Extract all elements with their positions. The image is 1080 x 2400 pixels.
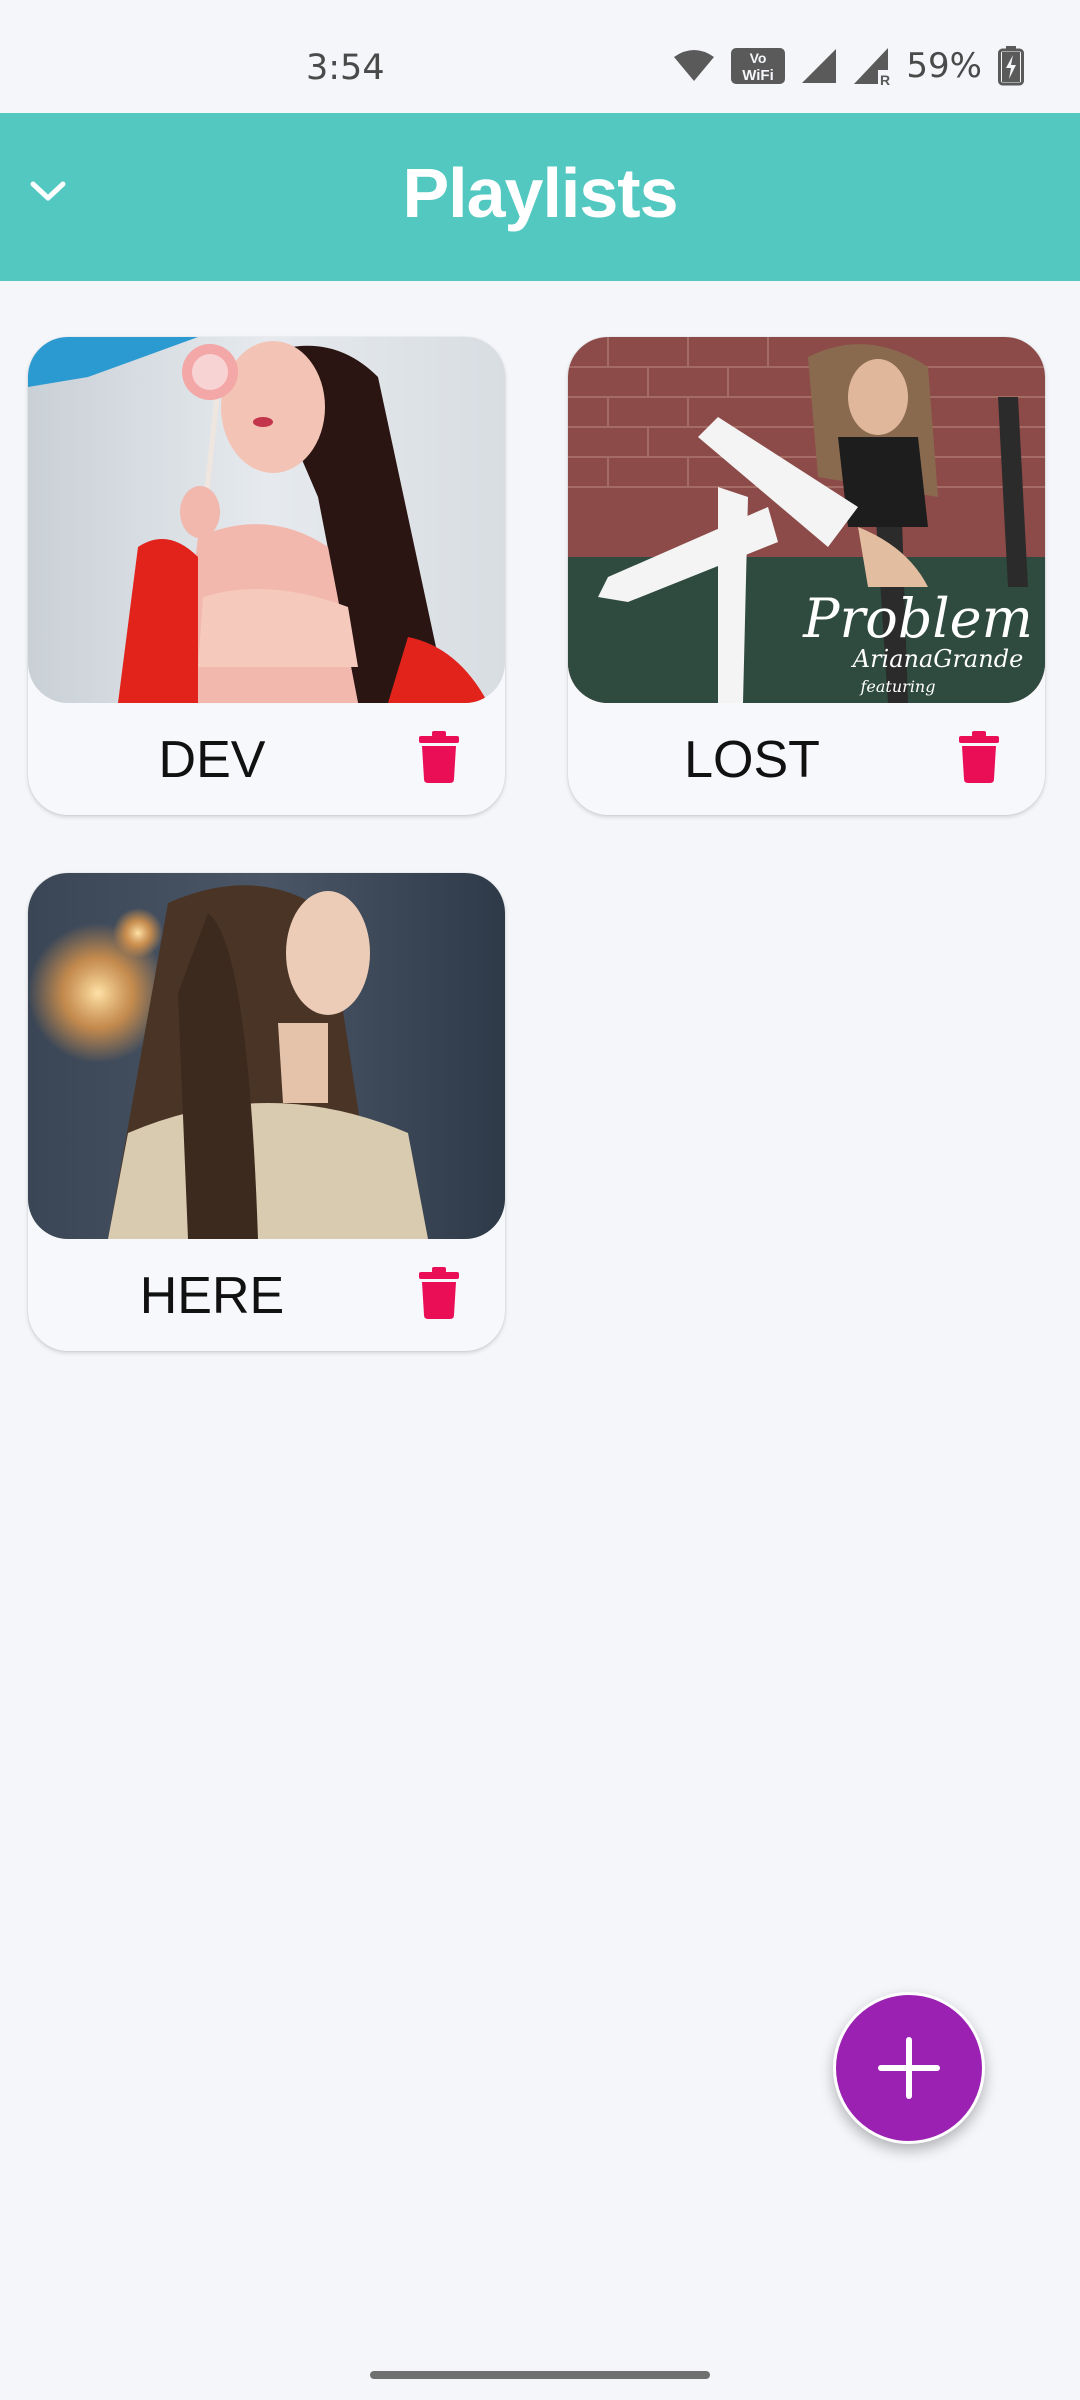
signal-icon — [802, 49, 837, 83]
playlist-name: LOST — [684, 731, 820, 789]
status-bar: 3:54 Vo WiFi R 59% — [0, 0, 1080, 113]
thumbnail-text: featuring — [860, 677, 936, 696]
svg-text:Vo: Vo — [750, 50, 767, 66]
wifi-icon — [674, 50, 715, 81]
thumbnail-text: Problem — [802, 587, 1033, 650]
trash-icon[interactable] — [953, 727, 1005, 787]
thumbnail-text: ArianaGrande — [851, 645, 1024, 673]
playlist-card-lost[interactable]: Problem ArianaGrande featuring LOST — [568, 337, 1045, 815]
toolbar: Playlists — [0, 113, 1080, 281]
status-icons: Vo WiFi R 59% — [672, 44, 1024, 88]
svg-text:R: R — [880, 72, 890, 86]
playlist-thumbnail — [28, 337, 505, 703]
status-time: 3:54 — [306, 48, 385, 88]
battery-charging-icon — [998, 46, 1024, 86]
vowifi-icon: Vo WiFi — [731, 48, 786, 84]
playlist-card-dev[interactable]: DEV — [28, 337, 505, 815]
playlist-thumbnail: Problem ArianaGrande featuring — [568, 337, 1045, 703]
signal-roaming-icon: R — [854, 48, 890, 86]
svg-text:WiFi: WiFi — [743, 67, 775, 84]
home-indicator[interactable] — [370, 2371, 710, 2379]
add-playlist-button[interactable] — [833, 1992, 985, 2144]
plus-icon — [878, 2037, 940, 2099]
battery-percent: 59% — [906, 46, 982, 86]
page-title: Playlists — [402, 154, 678, 232]
playlist-thumbnail — [28, 873, 505, 1239]
playlist-name: DEV — [158, 731, 266, 789]
trash-icon[interactable] — [413, 727, 465, 787]
trash-icon[interactable] — [413, 1263, 465, 1323]
playlist-name: HERE — [139, 1267, 285, 1325]
playlist-card-here[interactable]: HERE — [28, 873, 505, 1351]
